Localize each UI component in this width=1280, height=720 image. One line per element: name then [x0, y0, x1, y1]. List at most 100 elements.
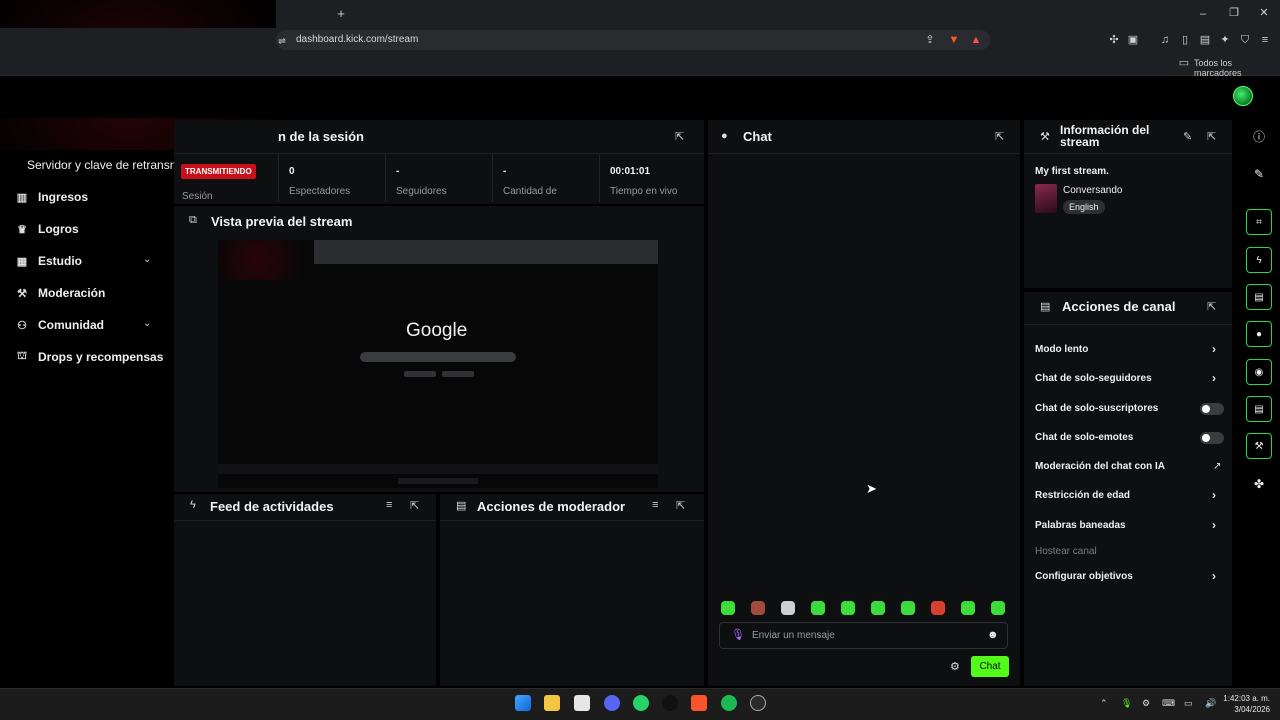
chevron-right-icon[interactable]: ›: [1212, 518, 1216, 532]
emote-icon[interactable]: [751, 601, 765, 615]
leo-ai-icon[interactable]: ✦: [1218, 34, 1232, 46]
emote-icon[interactable]: [871, 601, 885, 615]
menu-icon[interactable]: ≡: [1258, 34, 1272, 46]
preview-button: [404, 371, 436, 377]
screenshot-icon[interactable]: ▣: [1126, 34, 1140, 46]
gear-icon[interactable]: ⚙: [950, 660, 960, 673]
info-icon[interactable]: ⓘ: [1250, 127, 1268, 145]
sidebar-item-ingresos[interactable]: ▥ Ingresos: [16, 188, 88, 206]
extensions-icon[interactable]: ✣: [1107, 34, 1121, 46]
emoji-icon[interactable]: ☻: [987, 629, 999, 641]
stream-preview-video[interactable]: Google: [218, 240, 658, 488]
action-ai-moderation[interactable]: Moderación del chat con IA: [1035, 461, 1165, 472]
external-link-icon[interactable]: ↗: [1213, 461, 1221, 472]
emotes-only-toggle[interactable]: [1200, 432, 1224, 444]
add-widget-icon[interactable]: ✤: [1250, 475, 1268, 493]
sidebar-item-comunidad[interactable]: ⚇ Comunidad: [16, 316, 104, 334]
people-icon: ⚇: [17, 319, 27, 332]
sidebar-item-drops[interactable]: ⛫ Drops y recompensas: [16, 348, 163, 366]
sidebar-item-estudio[interactable]: ▦ Estudio: [16, 252, 82, 270]
rail-widget-broadcast-icon[interactable]: ◉: [1246, 359, 1272, 385]
brave-browser-icon[interactable]: [691, 695, 707, 711]
category-name[interactable]: Conversando: [1063, 185, 1122, 196]
brave-rewards-icon[interactable]: ▲: [969, 34, 983, 46]
music-icon[interactable]: ♫: [1158, 34, 1172, 46]
subscribers-only-toggle[interactable]: [1200, 403, 1224, 415]
brave-shield-icon[interactable]: ▼: [947, 34, 961, 46]
whatsapp-icon[interactable]: [633, 695, 649, 711]
emote-icon[interactable]: [991, 601, 1005, 615]
emote-icon[interactable]: [781, 601, 795, 615]
action-age-restriction[interactable]: Restricción de edad: [1035, 490, 1130, 501]
tray-network-icon[interactable]: ⚙: [1142, 698, 1150, 709]
popout-icon[interactable]: ⇱: [676, 499, 685, 512]
tray-keyboard-icon[interactable]: ⌨: [1162, 698, 1175, 709]
chevron-down-icon[interactable]: ⌄: [143, 318, 151, 329]
sidebar-item-stream-key[interactable]: Servidor y clave de retransn: [27, 158, 177, 172]
emote-icon[interactable]: [721, 601, 735, 615]
rail-widget-document-icon[interactable]: ▤: [1246, 284, 1272, 310]
tray-volume-icon[interactable]: 🔊: [1205, 698, 1216, 709]
rail-widget-chat-icon[interactable]: ●: [1246, 321, 1272, 347]
popout-icon[interactable]: ⇱: [995, 130, 1004, 143]
emote-icon[interactable]: [961, 601, 975, 615]
microphone-icon[interactable]: 🎙: [731, 628, 745, 641]
close-icon[interactable]: ✕: [1257, 7, 1271, 19]
sidebar-toggle-icon[interactable]: ▯: [1178, 34, 1192, 46]
edit-icon[interactable]: ✎: [1183, 130, 1192, 143]
site-info-icon[interactable]: ⇌: [275, 35, 289, 47]
new-tab-button[interactable]: +: [334, 7, 348, 20]
obs-icon[interactable]: [662, 695, 678, 711]
action-followers-only[interactable]: Chat de solo-seguidores: [1035, 373, 1152, 384]
discord-icon[interactable]: [604, 695, 620, 711]
rail-widget-wrench-icon[interactable]: ⚒: [1246, 433, 1272, 459]
preview-icon: ⧉: [189, 214, 197, 226]
sidebar-item-label: Estudio: [38, 254, 82, 268]
popout-icon[interactable]: ⇱: [675, 130, 684, 143]
restore-icon[interactable]: ❐: [1227, 7, 1241, 19]
tray-chevron-icon[interactable]: ⌃: [1100, 698, 1108, 709]
spotify-icon[interactable]: [721, 695, 737, 711]
user-avatar[interactable]: [1233, 86, 1253, 106]
store-icon[interactable]: [574, 695, 590, 711]
divider: [1024, 324, 1232, 325]
url-text[interactable]: dashboard.kick.com/stream: [296, 34, 418, 45]
preview-ghost: [218, 240, 314, 280]
settings-app-icon[interactable]: [750, 695, 766, 711]
rail-widget-scan-icon[interactable]: ⌗: [1246, 209, 1272, 235]
filter-icon[interactable]: ≡: [652, 499, 658, 511]
emote-icon[interactable]: [901, 601, 915, 615]
rail-widget-lightning-icon[interactable]: ϟ: [1246, 247, 1272, 273]
chevron-right-icon[interactable]: ›: [1212, 371, 1216, 385]
rail-widget-server-icon[interactable]: ▤: [1246, 396, 1272, 422]
popout-icon[interactable]: ⇱: [410, 499, 419, 512]
emote-icon[interactable]: [931, 601, 945, 615]
sidebar-item-logros[interactable]: ♛ Logros: [16, 220, 79, 238]
minimize-icon[interactable]: –: [1196, 8, 1210, 20]
tray-mic-icon[interactable]: 🎙: [1121, 698, 1132, 709]
sidebar-item-moderacion[interactable]: ⚒ Moderación: [16, 284, 105, 302]
emote-icon[interactable]: [841, 601, 855, 615]
wallet-icon[interactable]: ▤: [1198, 34, 1212, 46]
all-bookmarks-link[interactable]: Todos los marcadores: [1194, 58, 1280, 78]
action-configure-goals[interactable]: Configurar objetivos: [1035, 571, 1133, 582]
chevron-down-icon[interactable]: ⌄: [143, 254, 151, 265]
edit-icon[interactable]: ✎: [1250, 165, 1268, 183]
share-icon[interactable]: ⇪: [923, 34, 937, 46]
chevron-right-icon[interactable]: ›: [1212, 488, 1216, 502]
popout-icon[interactable]: ⇱: [1207, 300, 1216, 313]
taskbar-clock[interactable]: 1:42:03 a. m. 3/04/2026: [1222, 693, 1270, 715]
action-banned-words[interactable]: Palabras baneadas: [1035, 520, 1126, 531]
chevron-right-icon[interactable]: ›: [1212, 569, 1216, 583]
start-icon[interactable]: [515, 695, 531, 711]
tray-display-icon[interactable]: ▭: [1184, 698, 1193, 709]
category-thumbnail[interactable]: [1035, 184, 1057, 213]
popout-icon[interactable]: ⇱: [1207, 130, 1216, 143]
filter-icon[interactable]: ≡: [386, 499, 392, 511]
emote-icon[interactable]: [811, 601, 825, 615]
vpn-icon[interactable]: ⛉: [1238, 34, 1252, 46]
action-slow-mode[interactable]: Modo lento: [1035, 344, 1088, 355]
chat-send-button[interactable]: Chat: [971, 656, 1009, 677]
file-explorer-icon[interactable]: [544, 695, 560, 711]
chevron-right-icon[interactable]: ›: [1212, 342, 1216, 356]
